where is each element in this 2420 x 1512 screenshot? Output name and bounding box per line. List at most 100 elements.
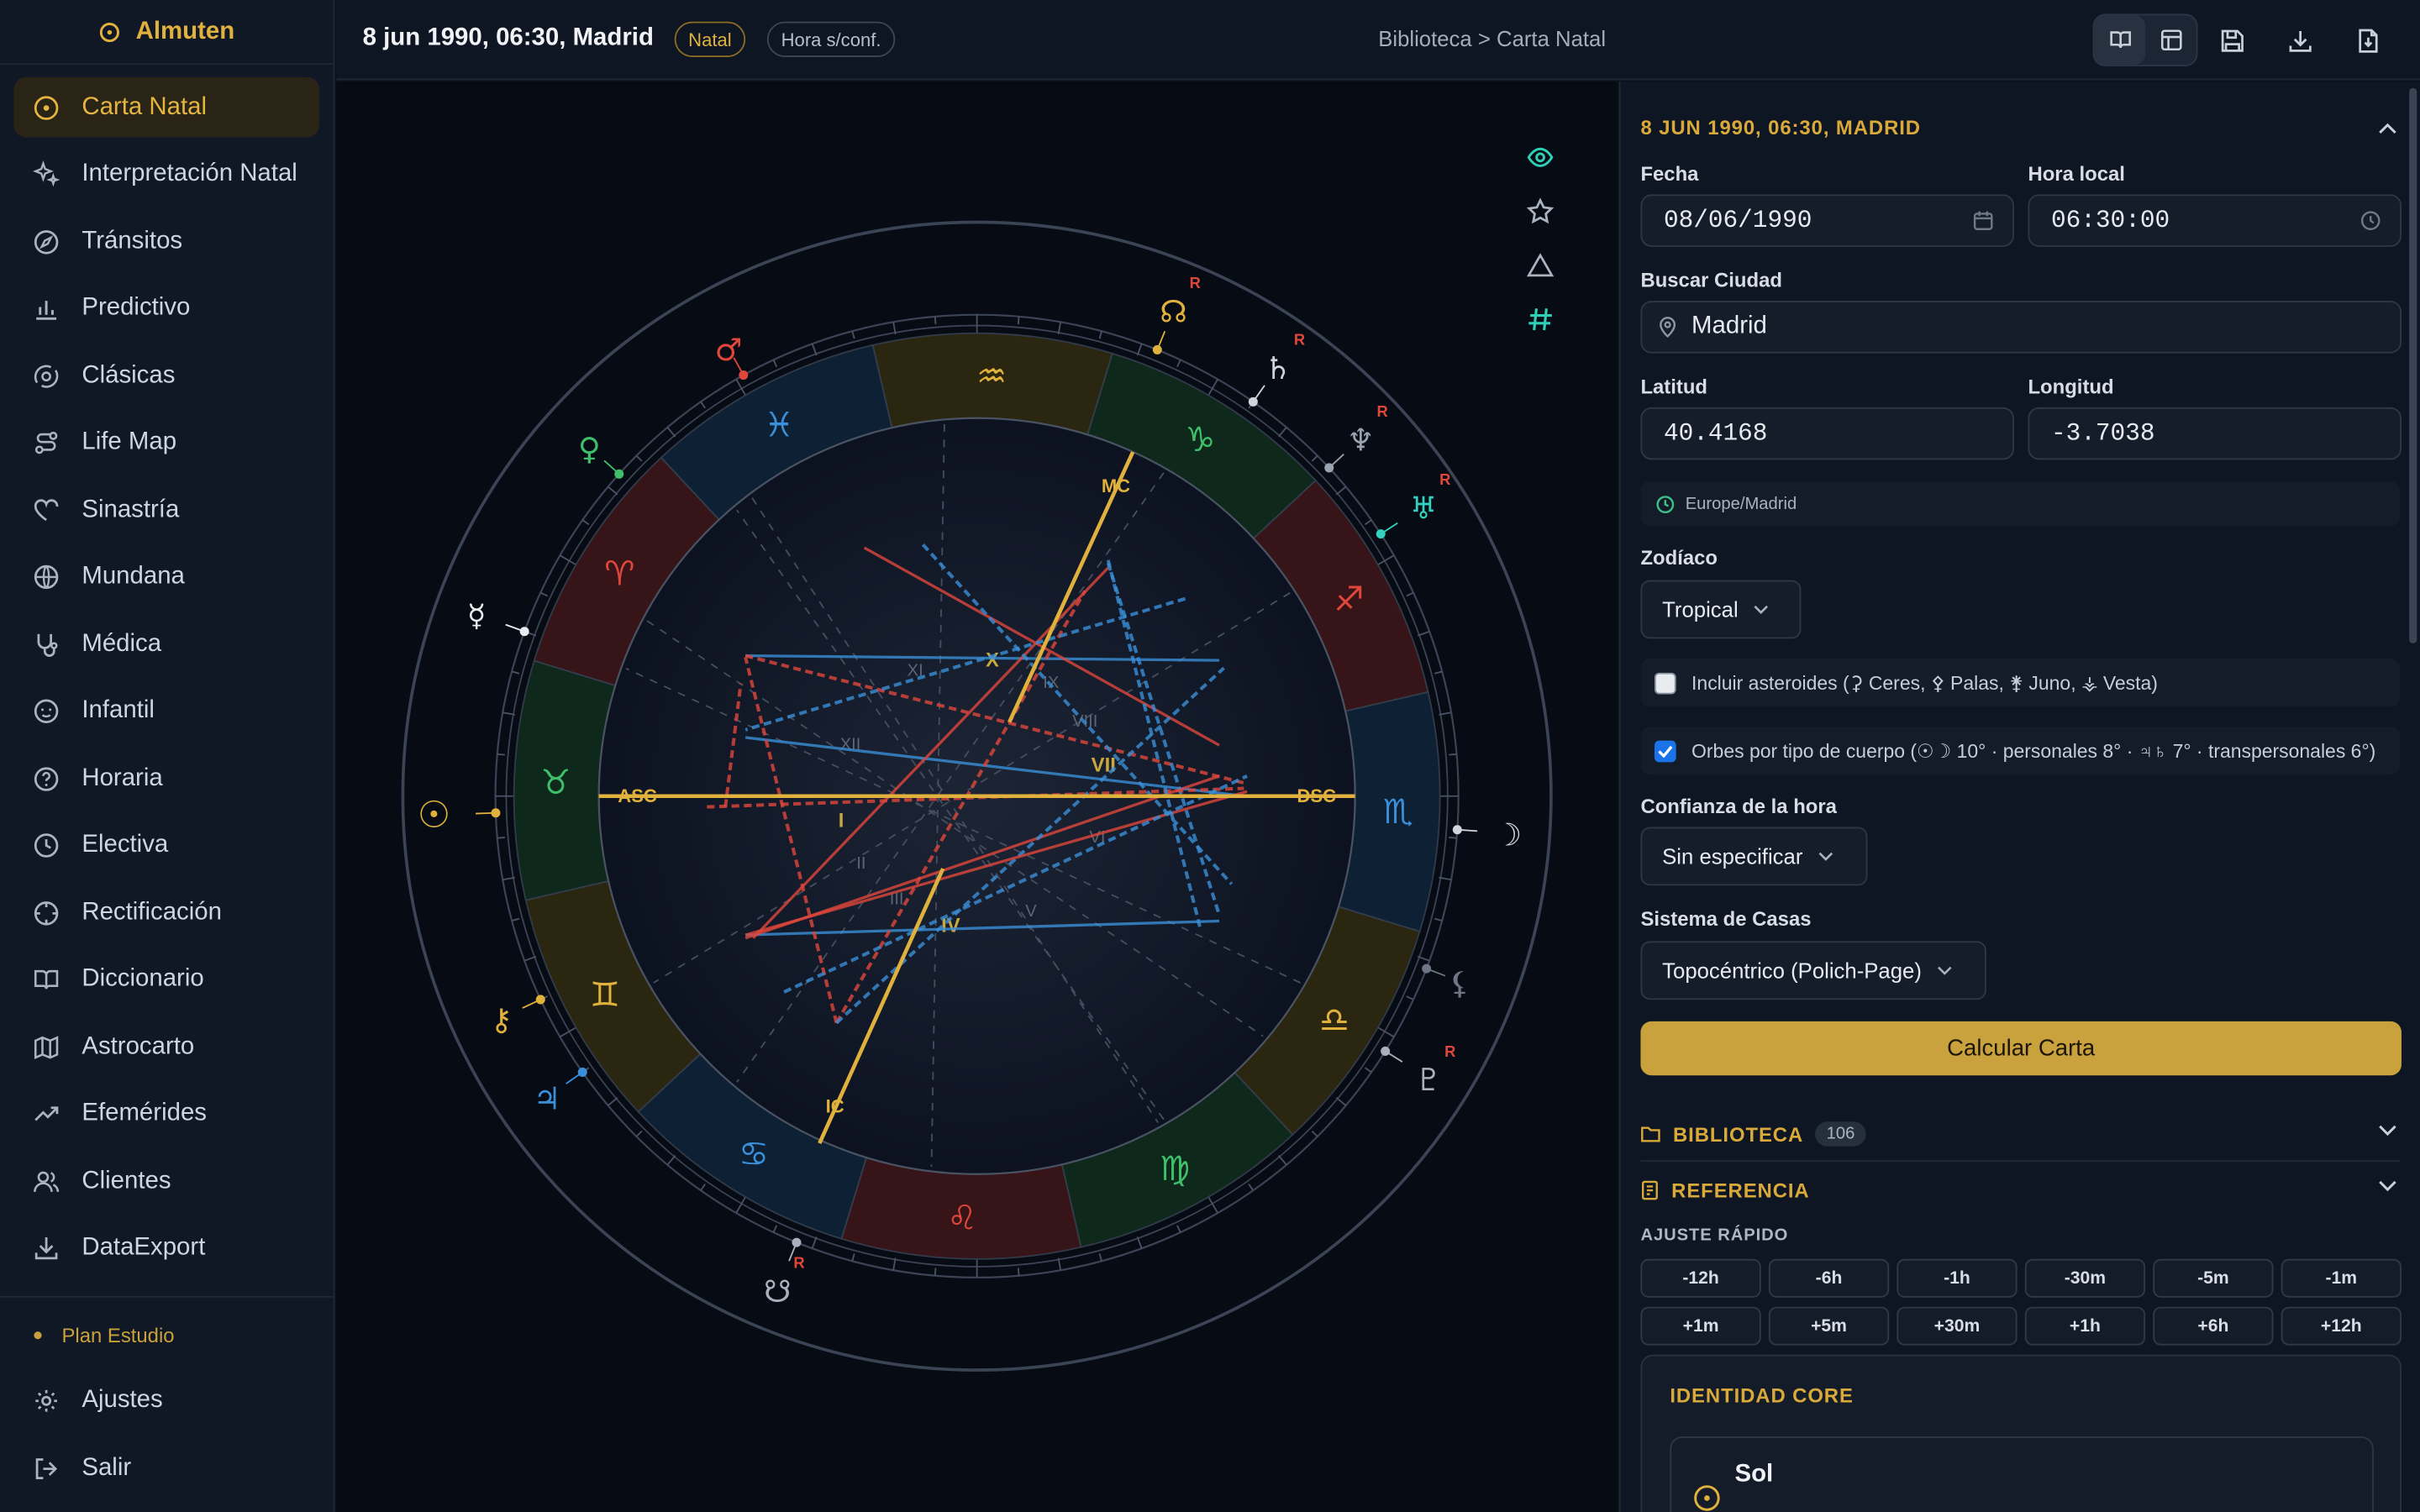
asteroids-option[interactable]: Incluir asteroides (⚳ Ceres, ⚴ Palas, ⚵ … bbox=[1640, 659, 2401, 707]
orbs-label: Orbes por tipo de cuerpo (☉☽ 10° · perso… bbox=[1691, 740, 2376, 763]
chart-settings-panel: 8 JUN 1990, 06:30, MADRID Fecha 08/06/19… bbox=[1618, 81, 2420, 1512]
adjust-button[interactable]: +6h bbox=[2153, 1306, 2274, 1346]
sidebar-item-tránsitos[interactable]: Tránsitos bbox=[14, 212, 320, 272]
calcular-carta-button[interactable]: Calcular Carta bbox=[1640, 1021, 2402, 1076]
sidebar-item-label: Clásicas bbox=[82, 361, 176, 388]
export-file-button[interactable] bbox=[2333, 14, 2402, 66]
sidebar-item-horaria[interactable]: Horaria bbox=[14, 748, 320, 809]
sidebar-item-mundana[interactable]: Mundana bbox=[14, 547, 320, 607]
clock-icon[interactable] bbox=[2360, 210, 2381, 232]
download-button[interactable] bbox=[2265, 14, 2333, 66]
plan-indicator: Plan Estudio bbox=[34, 1324, 175, 1347]
sidebar-item-label: Predictivo bbox=[82, 294, 191, 322]
sidebar-item-life-map[interactable]: Life Map bbox=[14, 412, 320, 473]
sidebar-item-diccionario[interactable]: Diccionario bbox=[14, 950, 320, 1011]
sidebar-item-astrocarto[interactable]: Astrocarto bbox=[14, 1016, 320, 1077]
orbs-option[interactable]: Orbes por tipo de cuerpo (☉☽ 10° · perso… bbox=[1640, 727, 2401, 775]
app-name: Almuten bbox=[135, 18, 235, 45]
degree-tick bbox=[666, 427, 676, 438]
adjust-button[interactable]: -1m bbox=[2281, 1258, 2402, 1298]
sidebar-item-electiva[interactable]: Electiva bbox=[14, 816, 320, 876]
house-number: X bbox=[986, 648, 999, 671]
favorite-toggle[interactable] bbox=[1525, 194, 1556, 227]
download-icon bbox=[2288, 30, 2311, 51]
logout-icon bbox=[33, 1454, 60, 1482]
biblioteca-section[interactable]: BIBLIOTECA 106 bbox=[1640, 1110, 2400, 1157]
sidebar-item-label: DataExport bbox=[82, 1234, 206, 1261]
planet-dot bbox=[1422, 963, 1432, 974]
sidebar-item-infantil[interactable]: Infantil bbox=[14, 681, 320, 742]
adjust-button[interactable]: +30m bbox=[1897, 1306, 2018, 1346]
degree-tick bbox=[1017, 1268, 1020, 1276]
sidebar-item-efemérides[interactable]: Efemérides bbox=[14, 1084, 320, 1144]
grid-toggle[interactable] bbox=[1525, 302, 1556, 335]
visibility-toggle[interactable] bbox=[1525, 140, 1556, 173]
south_node-glyph: ☋ bbox=[764, 1273, 792, 1310]
asteroids-checkbox[interactable] bbox=[1654, 671, 1676, 694]
sidebar-item-sinastría[interactable]: Sinastría bbox=[14, 480, 320, 540]
aspects-toggle[interactable] bbox=[1525, 249, 1556, 281]
sidebar-item-salir[interactable]: Salir bbox=[14, 1438, 320, 1499]
chevron-down-icon bbox=[2379, 1125, 2396, 1137]
adjust-button[interactable]: -30m bbox=[2024, 1258, 2146, 1298]
jupiter-glyph: ♃ bbox=[534, 1081, 561, 1117]
confianza-value: Sin especificar bbox=[1662, 843, 1803, 869]
planet-dot bbox=[739, 370, 749, 381]
timezone-value: Europe/Madrid bbox=[1685, 494, 1797, 513]
panel-scrollbar[interactable] bbox=[2409, 87, 2417, 643]
adjust-button[interactable]: +5m bbox=[1768, 1306, 1890, 1346]
adjust-button[interactable]: +1h bbox=[2024, 1306, 2146, 1346]
sidebar-item-label: Ajustes bbox=[82, 1386, 163, 1413]
latitud-label: Latitud bbox=[1640, 375, 1708, 398]
clock-icon bbox=[1656, 495, 1675, 513]
retrograde-marker: R bbox=[1190, 274, 1201, 291]
referencia-section[interactable]: REFERENCIA bbox=[1640, 1167, 2400, 1213]
table-view-button[interactable] bbox=[2145, 15, 2196, 65]
neptune-glyph: ♆ bbox=[1347, 423, 1375, 459]
ciudad-input[interactable]: Madrid bbox=[1640, 301, 2402, 354]
zodiaco-select[interactable]: Tropical bbox=[1640, 580, 1802, 639]
book-open-icon bbox=[33, 966, 60, 994]
sidebar-item-carta-natal[interactable]: Carta Natal bbox=[13, 76, 320, 138]
natal-wheel[interactable]: ♈♉♊♋♌♍♎♏♐♑♒♓IIIIIIIVVVIVIIVIIIIXXXIXIIAS… bbox=[336, 81, 1617, 1512]
adjust-button[interactable]: +12h bbox=[2281, 1306, 2402, 1346]
casas-select[interactable]: Topocéntrico (Polich-Page) bbox=[1640, 941, 1986, 1000]
node-glyph: ☊ bbox=[1160, 293, 1187, 329]
sidebar-item-ajustes[interactable]: Ajustes bbox=[14, 1370, 320, 1431]
planet-dot bbox=[1376, 529, 1386, 539]
latitud-input[interactable]: 40.4168 bbox=[1640, 407, 2014, 460]
adjust-button[interactable]: +1m bbox=[1640, 1306, 1761, 1346]
adjust-button[interactable]: -5m bbox=[2153, 1258, 2274, 1298]
sidebar-item-label: Salir bbox=[82, 1454, 132, 1481]
chevron-up-icon[interactable] bbox=[2378, 122, 2396, 134]
compass-icon bbox=[33, 228, 60, 255]
longitud-label: Longitud bbox=[2028, 375, 2114, 398]
triangle-icon bbox=[1526, 252, 1555, 276]
adjust-button[interactable]: -12h bbox=[1640, 1258, 1761, 1298]
adjust-plus-row: +1m +5m +30m +1h +6h +12h bbox=[1640, 1306, 2402, 1346]
degree-tick bbox=[635, 1130, 643, 1137]
degree-tick bbox=[1277, 1154, 1287, 1166]
core-sol-item[interactable]: Sol bbox=[1670, 1436, 2374, 1512]
sidebar-item-clientes[interactable]: Clientes bbox=[14, 1151, 320, 1211]
degree-tick bbox=[1277, 427, 1287, 438]
adjust-button[interactable]: -6h bbox=[1768, 1258, 1890, 1298]
sidebar-item-label: Interpretación Natal bbox=[82, 160, 297, 187]
adjust-button[interactable]: -1h bbox=[1897, 1258, 2018, 1298]
sidebar-item-predictivo[interactable]: Predictivo bbox=[14, 279, 320, 339]
longitud-input[interactable]: -3.7038 bbox=[2028, 407, 2402, 460]
hora-input[interactable]: 06:30:00 bbox=[2028, 194, 2402, 247]
degree-tick bbox=[811, 1236, 818, 1249]
orbs-checkbox[interactable] bbox=[1654, 739, 1676, 762]
calendar-icon[interactable] bbox=[1972, 210, 1994, 232]
sidebar-item-rectificación[interactable]: Rectificación bbox=[14, 883, 320, 943]
sidebar-item-interpretación-natal[interactable]: Interpretación Natal bbox=[14, 144, 320, 205]
save-button[interactable] bbox=[2198, 14, 2266, 66]
confianza-select[interactable]: Sin especificar bbox=[1640, 827, 1868, 886]
fecha-input[interactable]: 08/06/1990 bbox=[1640, 194, 2014, 247]
sidebar-item-médica[interactable]: Médica bbox=[14, 614, 320, 675]
sidebar-item-dataexport[interactable]: DataExport bbox=[14, 1218, 320, 1278]
app-logo[interactable]: Almuten bbox=[0, 0, 334, 66]
sidebar-item-clásicas[interactable]: Clásicas bbox=[14, 345, 320, 406]
book-view-button[interactable] bbox=[2094, 15, 2146, 66]
